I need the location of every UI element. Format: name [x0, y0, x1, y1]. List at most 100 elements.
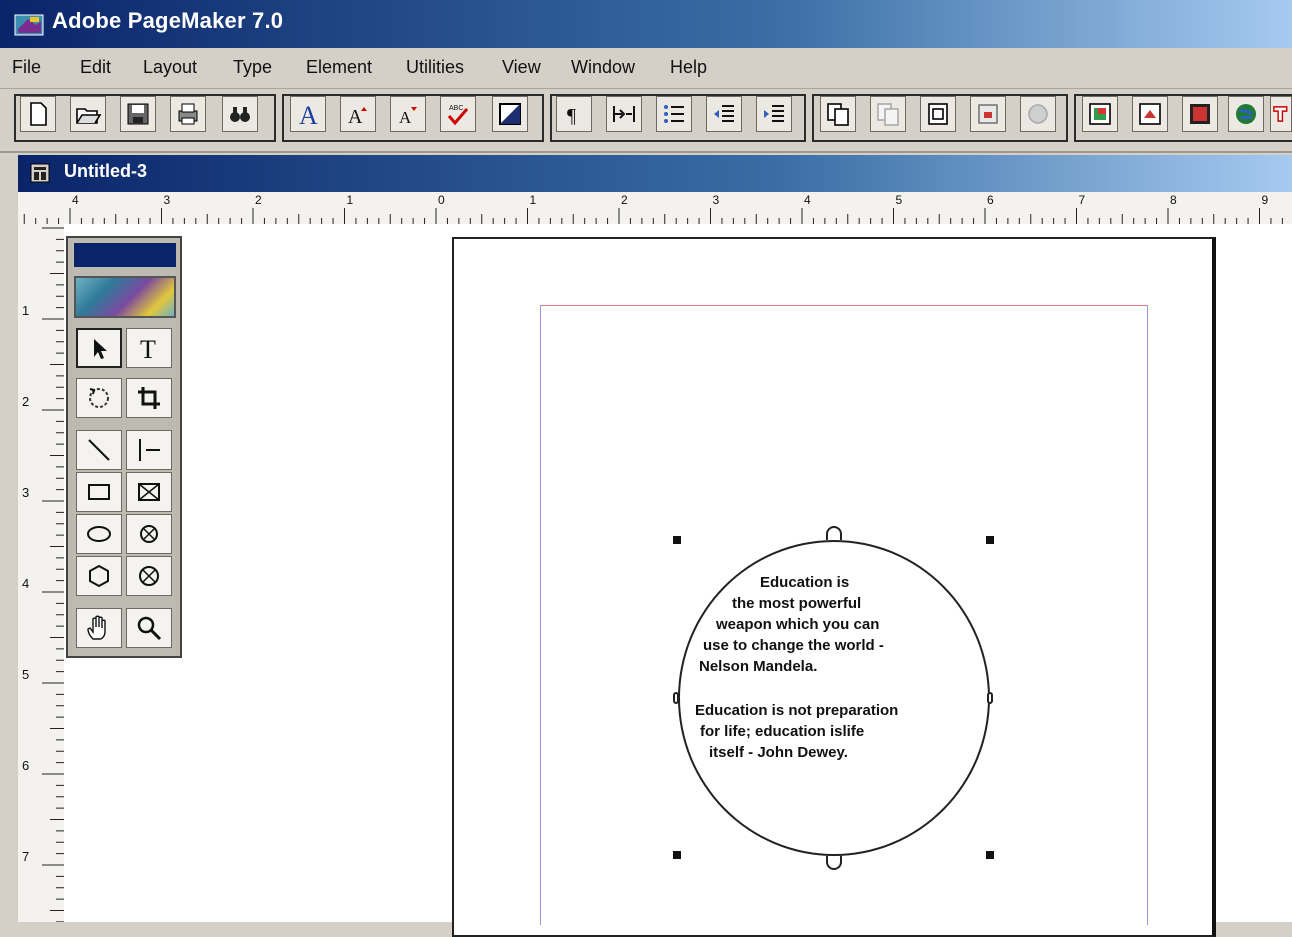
ruler-label: 2 [22, 394, 29, 409]
ruler-label: 7 [22, 849, 29, 864]
menu-help[interactable]: Help [670, 57, 707, 78]
menu-view[interactable]: View [502, 57, 541, 78]
new-icon[interactable] [20, 96, 56, 132]
menu-type[interactable]: Type [233, 57, 272, 78]
polygon-tool[interactable] [76, 556, 122, 596]
zoom-tool[interactable] [126, 608, 172, 648]
app-title: Adobe PageMaker 7.0 [52, 8, 284, 33]
copy-icon[interactable] [820, 96, 856, 132]
app-title-bar: Adobe PageMaker 7.0 [0, 0, 1292, 48]
globe-disabled-icon[interactable] [1020, 96, 1056, 132]
rectangle-tool[interactable] [76, 472, 122, 512]
hand-tool[interactable] [76, 608, 122, 648]
spell-check-icon[interactable]: ABC [440, 96, 476, 132]
svg-text:A: A [399, 108, 412, 127]
fill-icon[interactable] [492, 96, 528, 132]
export-icon[interactable] [1132, 96, 1168, 132]
outdent-icon[interactable] [706, 96, 742, 132]
ruler-label: 8 [1170, 193, 1177, 207]
ruler-label: 4 [804, 193, 811, 207]
font-size-icon[interactable]: A [290, 96, 326, 132]
ruler-label: 5 [22, 667, 29, 682]
quote-line[interactable]: Education is [760, 572, 849, 593]
ruler-label: 3 [164, 193, 171, 207]
paste-icon[interactable] [870, 96, 906, 132]
main-toolbar: A A A ABC ¶ [0, 89, 1292, 153]
ruler-label: 3 [22, 485, 29, 500]
crop-tool[interactable] [126, 378, 172, 418]
frame-handle-left[interactable] [673, 692, 679, 704]
windowshade-top-handle[interactable] [826, 526, 842, 540]
text-tool[interactable]: T [126, 328, 172, 368]
menu-utilities[interactable]: Utilities [406, 57, 464, 78]
svg-text:ABC: ABC [449, 105, 463, 112]
open-icon[interactable] [70, 96, 106, 132]
find-icon[interactable] [222, 96, 258, 132]
increase-font-icon[interactable]: A [340, 96, 376, 132]
polygon-frame-tool[interactable] [126, 556, 172, 596]
pagemaker-app-icon [14, 14, 44, 36]
menu-layout[interactable]: Layout [143, 57, 197, 78]
quote-line[interactable]: Nelson Mandela. [699, 656, 817, 677]
selection-handle-top-right[interactable] [986, 536, 994, 544]
indent-more-icon[interactable] [756, 96, 792, 132]
toolbox-palette[interactable]: T [66, 236, 182, 658]
menu-bar: File Edit Layout Type Element Utilities … [0, 48, 1292, 89]
line-tool[interactable] [76, 430, 122, 470]
selection-handle-bottom-right[interactable] [986, 851, 994, 859]
tag-icon[interactable] [1270, 96, 1292, 132]
constrained-line-tool[interactable] [126, 430, 172, 470]
quote-line[interactable]: for life; education islife [700, 721, 864, 742]
vertical-ruler[interactable]: 1 2 3 4 5 6 7 [18, 224, 66, 923]
quote-line[interactable]: Education is not preparation [695, 700, 898, 721]
text-tool-glyph: T [140, 335, 156, 363]
quote-line[interactable]: the most powerful [732, 593, 861, 614]
ellipse-frame-tool[interactable] [126, 514, 172, 554]
quote-line[interactable]: itself - John Dewey. [709, 742, 848, 763]
frame-icon[interactable] [970, 96, 1006, 132]
menu-edit[interactable]: Edit [80, 57, 111, 78]
ruler-label: 0 [438, 193, 445, 207]
horizontal-ruler[interactable]: 4 3 2 1 0 1 2 3 4 5 6 7 8 9 [18, 192, 1292, 226]
document-title: Untitled-3 [64, 161, 147, 181]
menu-file[interactable]: File [12, 57, 41, 78]
selection-handle-top-left[interactable] [673, 536, 681, 544]
ruler-label: 4 [22, 576, 29, 591]
horizontal-ruler-ticks: 4 3 2 1 0 1 2 3 4 5 6 7 8 9 [23, 193, 1283, 224]
paragraph-icon[interactable]: ¶ [556, 96, 592, 132]
place-icon[interactable] [920, 96, 956, 132]
ruler-label: 6 [22, 758, 29, 773]
document-icon [30, 163, 50, 183]
rectangle-frame-tool[interactable] [126, 472, 172, 512]
quote-line[interactable]: weapon which you can [716, 614, 879, 635]
ruler-label: 6 [987, 193, 994, 207]
ruler-label: 9 [1262, 193, 1269, 207]
page-margin-top [540, 305, 1148, 306]
selection-handle-bottom-left[interactable] [673, 851, 681, 859]
ellipse-tool[interactable] [76, 514, 122, 554]
picture-icon[interactable] [1182, 96, 1218, 132]
svg-text:A: A [299, 101, 318, 128]
rotate-tool[interactable] [76, 378, 122, 418]
menu-window[interactable]: Window [571, 57, 635, 78]
menu-element[interactable]: Element [306, 57, 372, 78]
ruler-label: 2 [255, 193, 262, 207]
decrease-font-icon[interactable]: A [390, 96, 426, 132]
svg-text:¶: ¶ [567, 105, 576, 127]
quote-line[interactable]: use to change the world - [703, 635, 884, 656]
ruler-label: 7 [1079, 193, 1086, 207]
indent-icon[interactable] [606, 96, 642, 132]
page-margin-right [1147, 305, 1148, 925]
ruler-label: 2 [621, 193, 628, 207]
web-icon[interactable] [1228, 96, 1264, 132]
print-icon[interactable] [170, 96, 206, 132]
pointer-tool[interactable] [76, 328, 122, 368]
toolbox-title-bar[interactable] [74, 243, 176, 267]
save-icon[interactable] [120, 96, 156, 132]
bullets-icon[interactable] [656, 96, 692, 132]
ruler-label: 4 [72, 193, 79, 207]
frame-handle-right[interactable] [987, 692, 993, 704]
page-margin-left [540, 305, 541, 925]
document-title-bar: Untitled-3 [18, 155, 1292, 192]
image-icon[interactable] [1082, 96, 1118, 132]
